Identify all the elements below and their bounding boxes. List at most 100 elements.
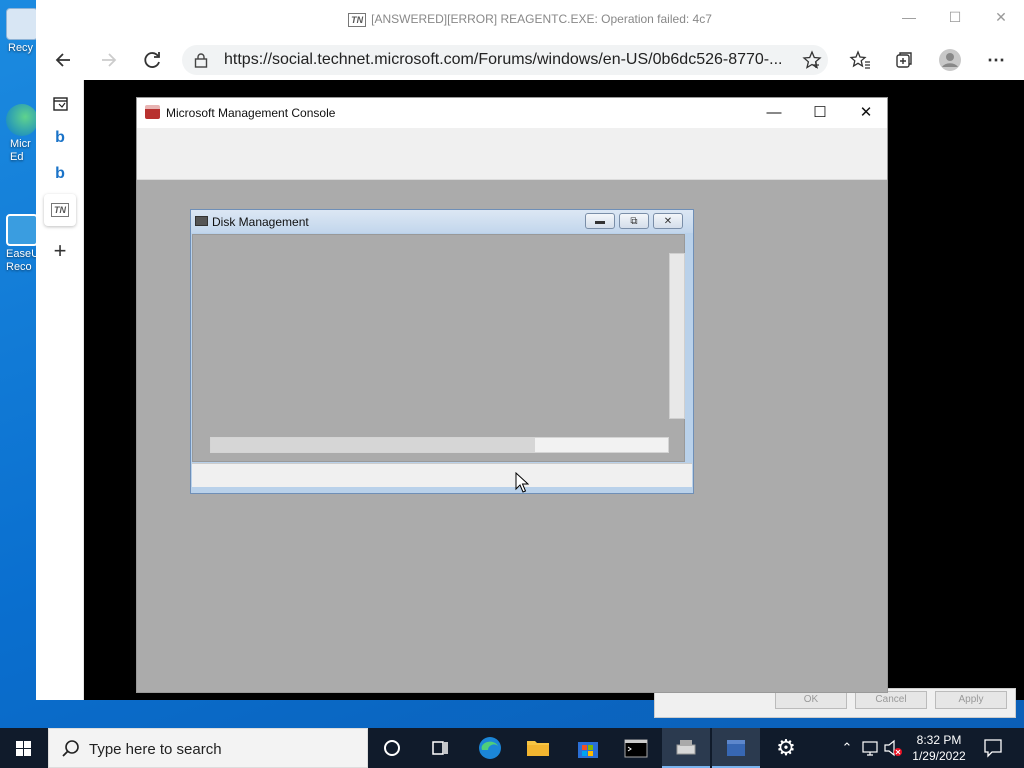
edge-logo-icon: [6, 104, 38, 136]
browser-toolbar: https://social.technet.microsoft.com/For…: [36, 40, 1024, 78]
mmc-app-icon: [145, 105, 160, 119]
taskbar-file-explorer[interactable]: [514, 728, 562, 768]
disk-management-icon: [676, 740, 696, 755]
taskbar-store[interactable]: [564, 728, 612, 768]
maximize-button[interactable]: ☐: [932, 6, 978, 28]
search-icon: [62, 740, 79, 757]
ok-button[interactable]: OK: [775, 691, 847, 709]
mmc-close-button[interactable]: ✕: [843, 102, 889, 124]
chevron-up-icon: ⌃: [841, 740, 853, 755]
horizontal-scrollbar[interactable]: [210, 437, 669, 453]
mmc-minimize-button[interactable]: —: [751, 102, 797, 124]
taskbar-command-prompt[interactable]: [612, 728, 660, 768]
taskbar: Type here to search ⚙ ⌃ 8:32 PM 1/29/202…: [0, 728, 1024, 768]
add-icon: +: [53, 238, 67, 263]
minimize-icon: —: [766, 104, 782, 121]
task-view-button[interactable]: [416, 728, 464, 768]
cortana-icon: [384, 740, 400, 756]
taskbar-disk-management[interactable]: [662, 728, 710, 768]
add-favorite-icon[interactable]: [802, 50, 822, 70]
sidebar-item-collections[interactable]: [44, 88, 76, 120]
collections-icon: [896, 52, 912, 68]
sidebar-item-bing-2[interactable]: b: [44, 158, 76, 190]
sidebar-item-bing[interactable]: b: [44, 122, 76, 154]
favorites-button[interactable]: [846, 46, 874, 74]
restore-icon: ⧉: [630, 216, 638, 227]
taskbar-clock[interactable]: 8:32 PM 1/29/2022: [906, 732, 972, 764]
sidebar-item-technet[interactable]: TN: [44, 194, 76, 226]
mmc-maximize-button[interactable]: ☐: [797, 102, 843, 124]
gear-icon: ⚙: [776, 735, 796, 760]
mmc-title: Microsoft Management Console: [166, 106, 336, 120]
url-text: https://social.technet.microsoft.com/For…: [224, 51, 783, 68]
disk-management-window: Disk Management ▬ ⧉ ✕: [190, 209, 694, 494]
tab-title: [ANSWERED][ERROR] REAGENTC.EXE: Operatio…: [371, 12, 712, 26]
action-center-button[interactable]: [978, 728, 1008, 768]
clock-date: 1/29/2022: [912, 749, 966, 763]
technet-icon: TN: [51, 202, 69, 217]
close-icon: ✕: [859, 104, 873, 121]
profile-button[interactable]: [936, 46, 964, 74]
sidebar-add-button[interactable]: +: [44, 235, 76, 267]
taskbar-edge[interactable]: [466, 728, 514, 768]
windows-logo-icon: [16, 741, 31, 756]
lock-icon: [194, 53, 208, 68]
clock-time: 8:32 PM: [916, 733, 962, 747]
search-placeholder: Type here to search: [89, 741, 222, 758]
start-button[interactable]: [0, 728, 48, 768]
mouse-cursor-icon: [515, 472, 529, 493]
vertical-scrollbar[interactable]: [669, 253, 685, 419]
close-icon: ✕: [663, 216, 673, 227]
forward-arrow-icon: [102, 53, 117, 67]
disk-management-icon: [195, 216, 208, 226]
show-hidden-icons-button[interactable]: ⌃: [836, 728, 858, 768]
mmc-toolbar: [137, 128, 887, 180]
maximize-icon: ☐: [813, 104, 827, 121]
disk-management-titlebar[interactable]: Disk Management ▬ ⧉ ✕: [191, 210, 693, 233]
mmc-icon: [727, 740, 745, 756]
browser-sidebar: b b TN +: [36, 80, 84, 700]
dm-close-button[interactable]: ✕: [653, 213, 683, 229]
recycle-bin-icon: [6, 8, 38, 40]
back-button[interactable]: [50, 46, 78, 74]
store-icon: [578, 742, 598, 758]
tab-title-container: TN [ANSWERED][ERROR] REAGENTC.EXE: Operat…: [36, 12, 1024, 27]
dm-minimize-button[interactable]: ▬: [585, 213, 615, 229]
avatar-icon: [939, 49, 961, 71]
taskbar-mmc[interactable]: [712, 728, 760, 768]
notification-icon: [984, 739, 1002, 758]
more-dots-icon: ⋯: [987, 50, 1005, 70]
back-arrow-icon: [55, 53, 70, 67]
edge-icon: [479, 737, 501, 759]
network-button[interactable]: [860, 728, 882, 768]
folder-icon: [527, 741, 549, 756]
volume-button[interactable]: [882, 728, 904, 768]
mmc-titlebar[interactable]: Microsoft Management Console — ☐ ✕: [137, 98, 887, 128]
task-view-icon: [432, 741, 448, 755]
taskbar-search-box[interactable]: Type here to search: [48, 728, 368, 768]
dm-restore-button[interactable]: ⧉: [619, 213, 649, 229]
disk-management-title: Disk Management: [212, 215, 309, 229]
disk-management-statusbar: [192, 463, 692, 487]
horizontal-scrollbar-thumb[interactable]: [211, 438, 535, 452]
cortana-button[interactable]: [368, 728, 416, 768]
collections-button[interactable]: [890, 46, 918, 74]
collections-tab-icon: [53, 97, 68, 111]
more-menu-button[interactable]: ⋯: [982, 46, 1010, 74]
refresh-icon: [144, 52, 160, 68]
taskbar-settings[interactable]: ⚙: [762, 728, 810, 768]
favorites-icon: [849, 50, 870, 69]
browser-titlebar[interactable]: TN [ANSWERED][ERROR] REAGENTC.EXE: Operat…: [36, 0, 1024, 40]
minimize-button[interactable]: —: [886, 6, 932, 28]
minimize-icon: ▬: [595, 216, 605, 227]
volume-muted-icon: [884, 739, 902, 757]
disk-management-client: [192, 234, 685, 462]
address-bar[interactable]: https://social.technet.microsoft.com/For…: [182, 45, 828, 75]
network-icon: [862, 741, 878, 756]
refresh-button[interactable]: [138, 46, 166, 74]
cancel-button[interactable]: Cancel: [855, 691, 927, 709]
terminal-icon: [624, 739, 648, 758]
apply-button[interactable]: Apply: [935, 691, 1007, 709]
close-button[interactable]: ✕: [978, 6, 1024, 28]
forward-button[interactable]: [94, 46, 122, 74]
